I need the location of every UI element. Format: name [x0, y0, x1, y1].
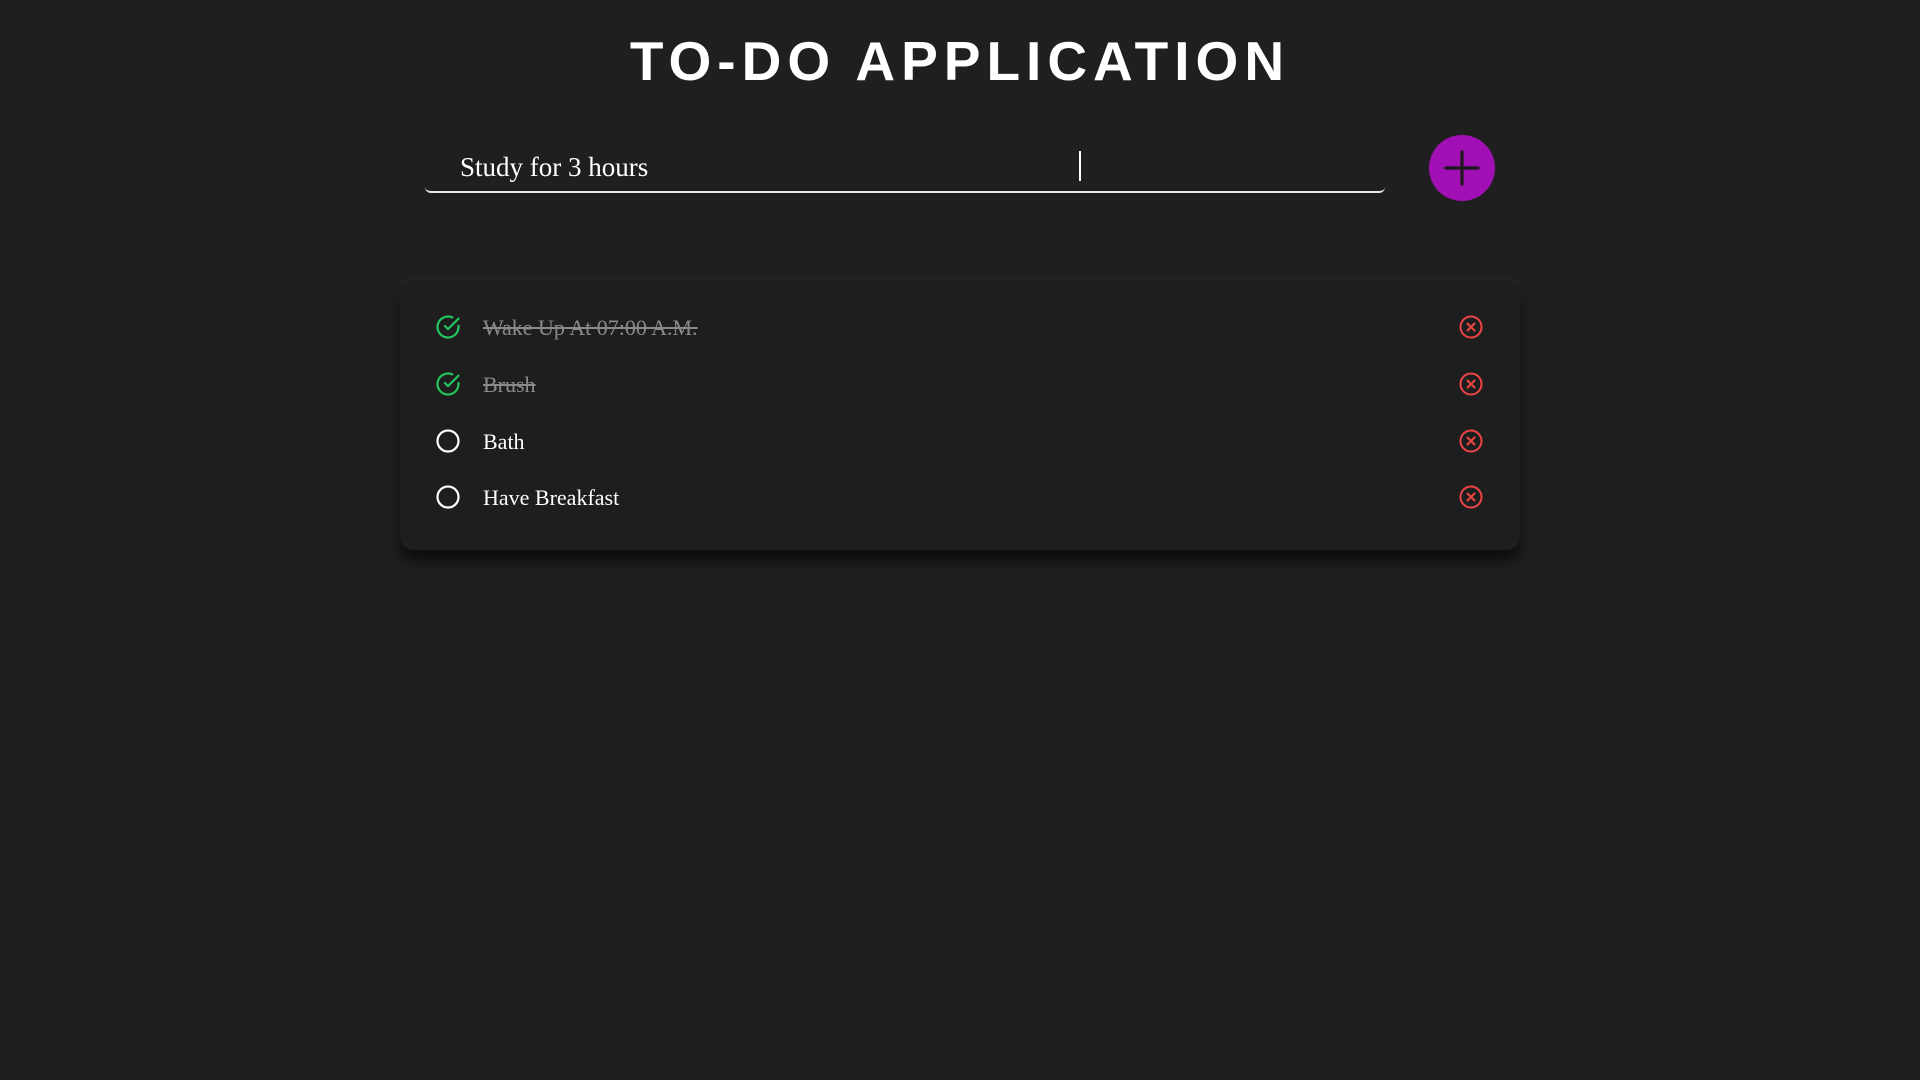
- todo-card: Wake Up At 07:00 A.M. Brush Bath Have Br…: [400, 280, 1520, 550]
- delete-icon[interactable]: [1458, 428, 1484, 454]
- todo-item: Brush: [400, 364, 1520, 404]
- todo-text: Brush: [483, 372, 536, 397]
- todo-item: Bath: [400, 421, 1520, 461]
- check-circle-icon[interactable]: [434, 313, 462, 341]
- todo-item: Have Breakfast: [400, 477, 1520, 517]
- todo-text: Have Breakfast: [483, 485, 620, 510]
- todo-text: Bath: [483, 429, 525, 454]
- todo-item: Wake Up At 07:00 A.M.: [400, 307, 1520, 347]
- text-caret: [1079, 151, 1081, 181]
- add-task-row: [425, 133, 1495, 203]
- delete-icon[interactable]: [1458, 314, 1484, 340]
- app-title: TO-DO APPLICATION: [629, 30, 1291, 92]
- delete-icon[interactable]: [1458, 371, 1484, 397]
- check-circle-icon[interactable]: [434, 370, 462, 398]
- todo-text: Wake Up At 07:00 A.M.: [483, 315, 698, 340]
- empty-circle-icon[interactable]: [434, 483, 462, 511]
- delete-icon[interactable]: [1458, 484, 1484, 510]
- task-input[interactable]: [425, 147, 1385, 193]
- plus-icon: [1444, 150, 1480, 186]
- empty-circle-icon[interactable]: [434, 427, 462, 455]
- add-task-button[interactable]: [1429, 135, 1495, 201]
